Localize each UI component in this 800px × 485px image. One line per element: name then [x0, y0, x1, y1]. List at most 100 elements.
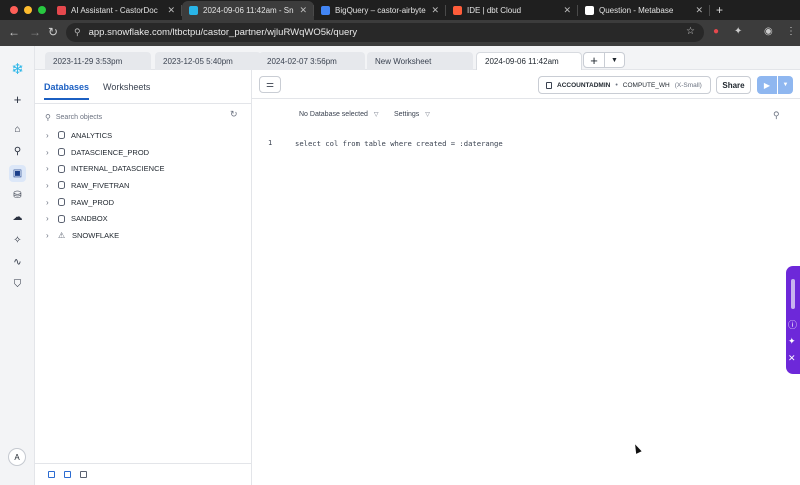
- assistant-side-panel[interactable]: ⓘ ✦ ✕: [786, 266, 800, 374]
- activity-icon[interactable]: ∿: [9, 254, 26, 271]
- reload-icon[interactable]: ↻: [48, 25, 58, 39]
- line-number: 1: [268, 139, 273, 147]
- chevron-right-icon[interactable]: ›: [46, 231, 52, 240]
- worksheet-main: ⚌ ACCOUNTADMIN • COMPUTE_WH (X-Small) Sh…: [252, 70, 800, 485]
- close-tab-icon[interactable]: ✕: [431, 5, 439, 16]
- worksheet-menu-chevron-down-icon[interactable]: ▼: [605, 52, 625, 68]
- run-options-chevron-down-icon[interactable]: ▼: [778, 76, 793, 94]
- list-item[interactable]: › SANDBOX: [46, 210, 246, 227]
- new-worksheet-button[interactable]: +: [583, 52, 605, 68]
- database-name: ANALYTICS: [71, 130, 113, 140]
- chevron-right-icon[interactable]: ›: [46, 164, 52, 173]
- list-item[interactable]: › ⚠ SNOWFLAKE: [46, 227, 246, 244]
- url-text: app.snowflake.com/ltbctpu/castor_partner…: [88, 27, 358, 38]
- chevron-right-icon[interactable]: ›: [46, 131, 52, 140]
- list-item[interactable]: › RAW_FIVETRAN: [46, 177, 246, 194]
- database-icon: [58, 198, 65, 207]
- search-icon[interactable]: ⚲: [9, 143, 26, 160]
- context-row: No Database selected ▽ Settings ▽ ⚲: [252, 109, 800, 125]
- favicon-icon: [453, 6, 462, 15]
- role-warehouse-selector[interactable]: ACCOUNTADMIN • COMPUTE_WH (X-Small): [538, 76, 711, 94]
- search-objects-input[interactable]: ⚲ Search objects: [45, 109, 215, 125]
- worksheet-tab[interactable]: 2023-12-05 5:40pm: [155, 52, 261, 70]
- castor-extension-icon[interactable]: ●: [713, 26, 719, 37]
- worksheet-tab[interactable]: New Worksheet: [367, 52, 473, 70]
- database-selector[interactable]: No Database selected ▽: [299, 111, 379, 118]
- browser-tab-title: AI Assistant - CastorDoc: [71, 6, 158, 15]
- close-tab-icon[interactable]: ✕: [299, 5, 307, 16]
- close-window-button[interactable]: [10, 6, 18, 14]
- site-info-icon[interactable]: ⚲: [74, 27, 81, 38]
- worksheet-tab[interactable]: 2024-02-07 3:56pm: [259, 52, 365, 70]
- share-button[interactable]: Share: [716, 76, 751, 94]
- create-plus-icon[interactable]: +: [9, 91, 26, 108]
- nav-rail: ❄ + ⌂ ⚲ ▣ ⛁ ☁ ✧ ∿ ⛉ A: [0, 46, 35, 485]
- url-field[interactable]: ⚲ app.snowflake.com/ltbctpu/castor_partn…: [66, 23, 704, 42]
- worksheet-tab[interactable]: 2024-09-06 11:42am: [476, 52, 582, 70]
- chevron-down-icon: ▽: [425, 112, 430, 118]
- close-icon[interactable]: ✕: [788, 353, 796, 364]
- forward-arrow-icon[interactable]: →: [29, 25, 41, 39]
- browser-tab[interactable]: IDE | dbt Cloud ✕: [446, 1, 578, 20]
- sql-editor[interactable]: 1 select col from table where created = …: [252, 132, 800, 462]
- worksheet-tab[interactable]: 2023-11-29 3:53pm: [45, 52, 151, 70]
- tab-databases[interactable]: Databases: [44, 82, 90, 100]
- data-icon[interactable]: ⛁: [9, 187, 26, 204]
- browser-tab[interactable]: 2024-09-06 11:42am - Snowflake ✕: [182, 1, 314, 20]
- browser-menu-icon[interactable]: ⋮: [786, 26, 796, 37]
- minimize-window-button[interactable]: [24, 6, 32, 14]
- info-icon[interactable]: ⓘ: [788, 318, 797, 331]
- settings-dropdown[interactable]: Settings ▽: [394, 111, 430, 118]
- browser-tab[interactable]: BigQuery – castor-airbyte-integration ✕: [314, 1, 446, 20]
- browser-tab[interactable]: Question - Metabase ✕: [578, 1, 710, 20]
- database-icon: [58, 148, 65, 157]
- database-selector-label: No Database selected: [299, 111, 368, 118]
- database-icon: [58, 181, 65, 190]
- layout-bottom-icon[interactable]: [80, 471, 87, 478]
- maximize-window-button[interactable]: [38, 6, 46, 14]
- search-icon: ⚲: [45, 112, 51, 122]
- chevron-right-icon[interactable]: ›: [46, 181, 52, 190]
- new-tab-button[interactable]: +: [716, 3, 723, 20]
- worksheets-icon[interactable]: ▣: [9, 165, 26, 182]
- database-name: INTERNAL_DATASCIENCE: [71, 164, 165, 174]
- filter-sliders-icon[interactable]: ⚌: [259, 76, 281, 93]
- run-play-icon[interactable]: ▶: [757, 76, 777, 94]
- refresh-icon[interactable]: ↻: [230, 109, 238, 120]
- browser-tab[interactable]: AI Assistant - CastorDoc ✕: [50, 1, 182, 20]
- sql-code-line[interactable]: select col from table where created = :d…: [295, 139, 503, 148]
- chevron-right-icon[interactable]: ›: [46, 198, 52, 207]
- layout-top-icon[interactable]: [64, 471, 71, 478]
- list-item[interactable]: › ANALYTICS: [46, 127, 246, 144]
- worksheet-tabs-bar: 2023-11-29 3:53pm 2023-12-05 5:40pm 2024-0…: [35, 46, 800, 70]
- cloud-icon[interactable]: ☁: [9, 209, 26, 226]
- home-icon[interactable]: ⌂: [9, 121, 26, 138]
- browser-tab-title: IDE | dbt Cloud: [467, 6, 522, 15]
- separator-dot: •: [615, 81, 618, 89]
- chevron-right-icon[interactable]: ›: [46, 214, 52, 223]
- close-tab-icon[interactable]: ✕: [563, 5, 571, 16]
- avatar[interactable]: A: [8, 448, 26, 466]
- ai-sparkle-icon[interactable]: ✦: [788, 336, 796, 347]
- close-tab-icon[interactable]: ✕: [695, 5, 703, 16]
- close-tab-icon[interactable]: ✕: [167, 5, 175, 16]
- worksheet-toolbar: ⚌ ACCOUNTADMIN • COMPUTE_WH (X-Small) Sh…: [252, 70, 800, 99]
- list-item[interactable]: › RAW_PROD: [46, 194, 246, 211]
- settings-label: Settings: [394, 111, 420, 118]
- layout-left-icon[interactable]: [48, 471, 55, 478]
- shield-icon[interactable]: ⛉: [9, 276, 26, 293]
- chevron-right-icon[interactable]: ›: [46, 148, 52, 157]
- drag-handle[interactable]: [791, 279, 795, 309]
- favicon-icon: [189, 6, 198, 15]
- profile-icon[interactable]: ◉: [764, 26, 773, 37]
- bookmark-star-icon[interactable]: ☆: [686, 26, 695, 37]
- editor-search-icon[interactable]: ⚲: [773, 110, 780, 121]
- list-item[interactable]: › INTERNAL_DATASCIENCE: [46, 160, 246, 177]
- list-item[interactable]: › DATASCIENCE_PROD: [46, 144, 246, 161]
- back-arrow-icon[interactable]: ←: [8, 25, 20, 39]
- ai-sparkle-icon[interactable]: ✧: [9, 232, 26, 249]
- snowflake-logo-icon[interactable]: ❄: [9, 60, 26, 78]
- shared-database-icon: ⚠: [58, 230, 66, 240]
- tab-worksheets[interactable]: Worksheets: [103, 82, 150, 100]
- extensions-icon[interactable]: ✦: [734, 26, 742, 37]
